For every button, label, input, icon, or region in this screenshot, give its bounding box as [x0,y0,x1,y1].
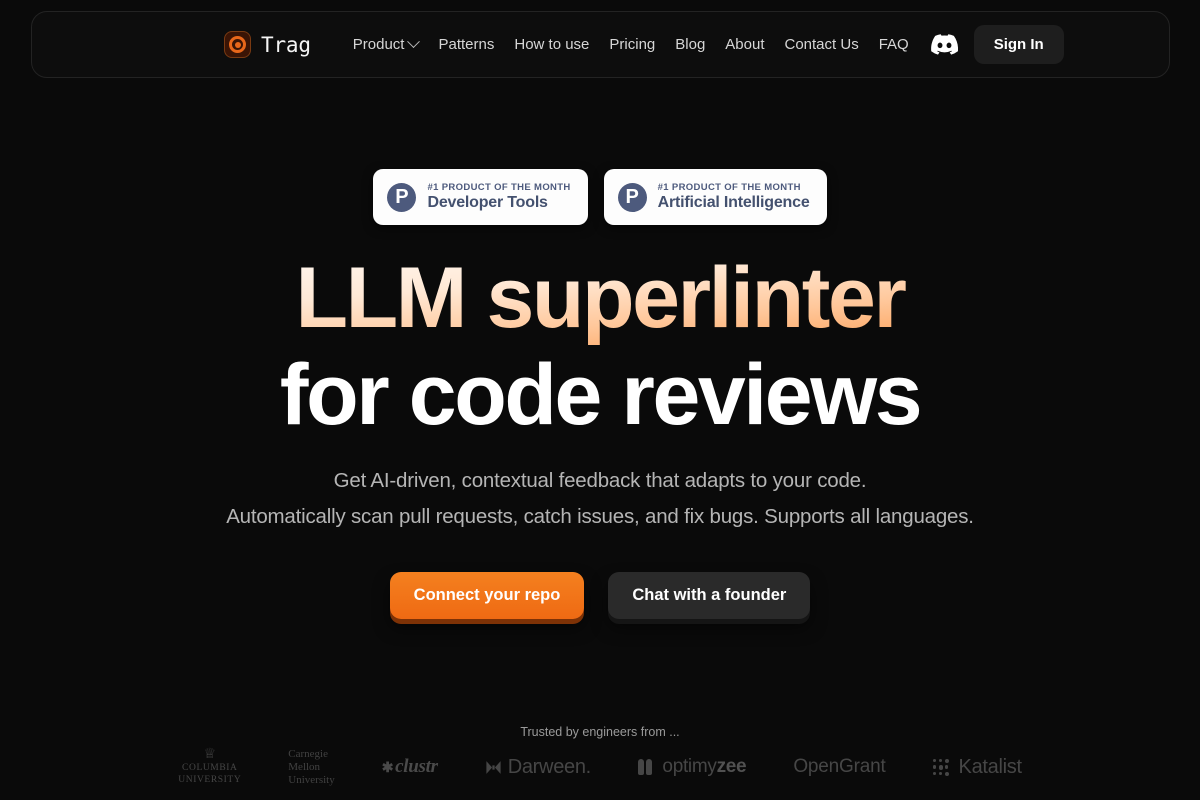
logo-columbia-line-1: COLUMBIA [182,763,238,774]
asterisk-icon: ✱ [381,761,394,777]
connect-your-repo-button[interactable]: Connect your repo [389,572,585,619]
nav-item-product-label: Product [352,36,405,53]
brand-logo[interactable]: Trag [224,31,311,58]
badge-kicker: #1 PRODUCT OF THE MONTH [427,182,571,193]
logo-darween-text: Darween. [507,755,592,778]
cta-group: Connect your repo Chat with a founder [0,572,1200,619]
trusted-logos: ♕ COLUMBIA UNIVERSITY Carnegie Mellon Un… [0,748,1200,787]
hero-heading: LLM superlinter for code reviews [0,252,1200,442]
product-hunt-badges: P #1 PRODUCT OF THE MONTH Developer Tool… [0,169,1200,225]
logo-cmu-line-3: University [288,773,335,786]
logo-columbia-university: ♕ COLUMBIA UNIVERSITY [178,748,241,786]
logo-optimyzee-text-light: optimy [662,756,717,778]
logo-katalist-text: Katalist [958,755,1022,778]
hero-subtitle: Get AI-driven, contextual feedback that … [0,463,1200,535]
trusted-by-label: Trusted by engineers from ... [520,725,680,739]
nav-item-patterns[interactable]: Patterns [428,30,504,59]
badge-title: Developer Tools [427,194,548,211]
nav-item-faq[interactable]: FAQ [869,30,919,59]
nav-item-about[interactable]: About [715,30,774,59]
crown-icon: ♕ [203,747,217,763]
logo-opengrant: OpenGrant [793,756,885,778]
nav-item-pricing[interactable]: Pricing [599,30,665,59]
subtitle-line-1: Get AI-driven, contextual feedback that … [333,469,867,492]
dot-grid-icon [932,758,950,777]
logo-optimyzee-text-bold: zee [716,756,747,778]
badge-developer-tools[interactable]: P #1 PRODUCT OF THE MONTH Developer Tool… [373,169,588,225]
landing-page: Trag Product Patterns How to use Pricing… [0,0,1200,800]
nav-item-contact-us[interactable]: Contact Us [775,30,869,59]
navbar: Trag Product Patterns How to use Pricing… [31,11,1170,78]
logo-cmu-line-2: Mellon [288,760,321,773]
product-hunt-icon: P [617,182,647,212]
logo-opengrant-text: OpenGrant [793,756,886,778]
nav-links: Product Patterns How to use Pricing Blog… [343,30,919,59]
logo-clustr: ✱ clustr [382,756,438,778]
trag-ring-logo-icon [224,31,251,58]
headline-line-2: for code reviews [279,346,923,443]
product-hunt-icon: P [387,182,417,212]
subtitle-line-2: Automatically scan pull requests, catch … [226,505,974,528]
nav-item-how-to-use[interactable]: How to use [504,30,599,59]
sign-in-button[interactable]: Sign In [973,25,1064,64]
badge-artificial-intelligence[interactable]: P #1 PRODUCT OF THE MONTH Artificial Int… [603,169,827,225]
discord-icon[interactable] [930,34,958,55]
badge-title: Artificial Intelligence [657,194,810,211]
logo-cmu-line-1: Carnegie [288,748,328,760]
headline-line-1: LLM superlinter [0,252,1200,345]
pillars-icon [637,759,653,776]
nav-item-blog[interactable]: Blog [665,30,715,59]
logo-clustr-text: clustr [395,756,438,778]
bowtie-icon [486,761,501,774]
logo-katalist: Katalist [932,755,1022,779]
logo-columbia-line-2: UNIVERSITY [178,775,242,786]
logo-optimyzee: optimyzee [637,756,747,778]
chat-with-a-founder-button[interactable]: Chat with a founder [608,572,811,619]
chevron-down-icon [407,35,421,49]
badge-kicker: #1 PRODUCT OF THE MONTH [657,182,801,193]
logo-carnegie-mellon-university: Carnegie Mellon University [288,748,334,787]
logo-darween: Darween. [485,756,591,779]
brand-name: Trag [261,32,311,57]
nav-item-product[interactable]: Product [343,30,429,59]
